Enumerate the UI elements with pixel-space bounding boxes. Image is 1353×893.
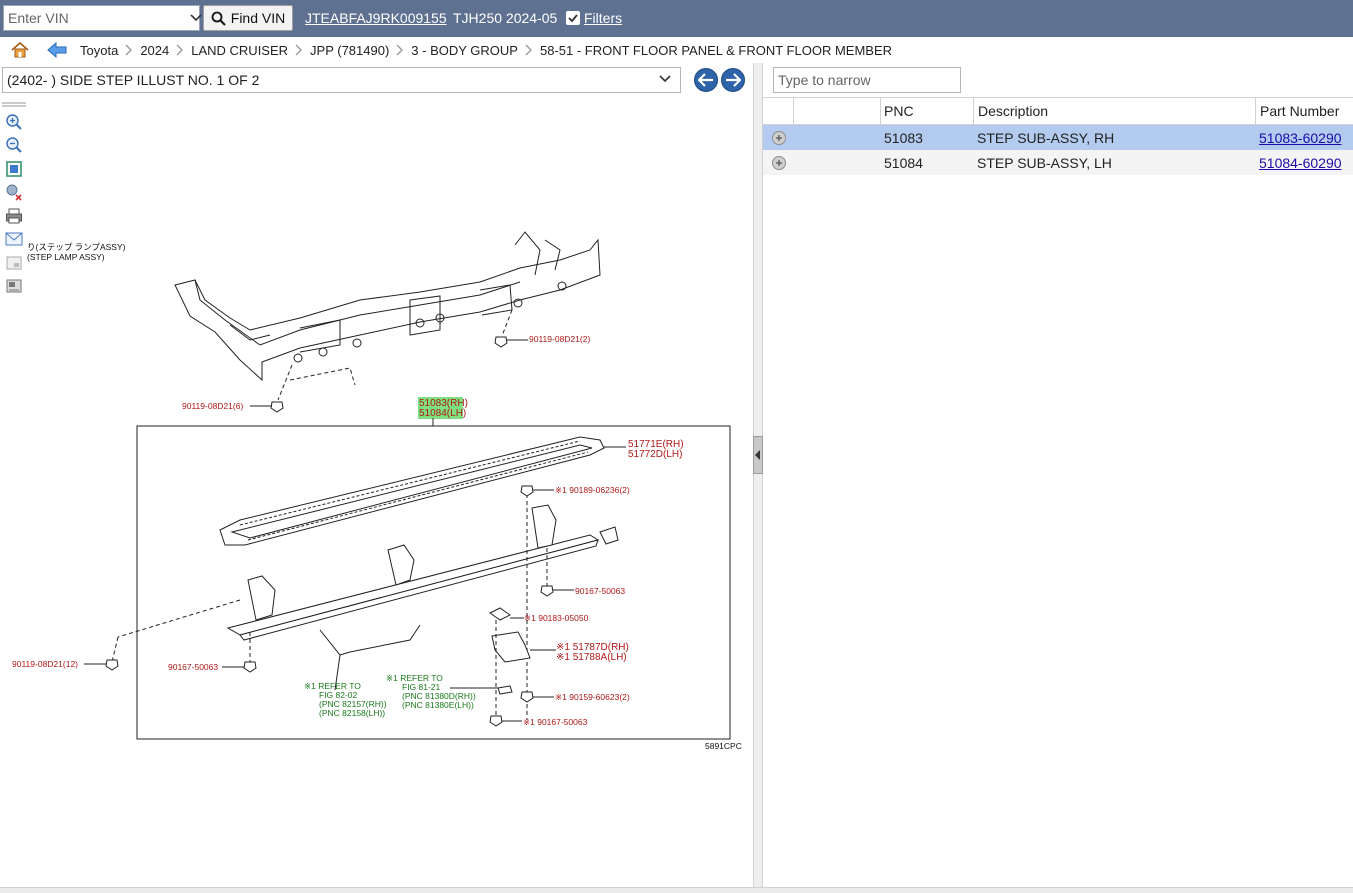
- figure-code: 5891CPC: [705, 741, 742, 751]
- grid-header: PNC Description Part Number: [763, 98, 1353, 125]
- chevron-down-icon[interactable]: [658, 72, 672, 89]
- callout-clip-b[interactable]: ※1 90183-05050: [524, 613, 589, 623]
- print-icon[interactable]: [2, 204, 26, 228]
- breadcrumb-chevron-icon: [169, 37, 191, 63]
- chevron-down-icon[interactable]: [189, 6, 203, 30]
- header-pnc[interactable]: PNC: [880, 98, 973, 124]
- row-description: STEP SUB-ASSY, LH: [977, 154, 1112, 171]
- narrow-input[interactable]: [773, 67, 961, 93]
- breadcrumb-item[interactable]: JPP (781490): [310, 43, 389, 58]
- mail-icon[interactable]: [2, 228, 26, 252]
- vin-link[interactable]: JTEABFAJ9RK009155: [305, 10, 447, 26]
- callout-lamp-en: (STEP LAMP ASSY): [27, 252, 105, 262]
- breadcrumb-item[interactable]: LAND CRUISER: [191, 43, 288, 58]
- thumbnail-icon[interactable]: [2, 251, 26, 275]
- breadcrumb-chevron-icon: [389, 37, 411, 63]
- callout-bolt-c[interactable]: 90119-08D21(12): [12, 659, 78, 669]
- leader-lines: [84, 446, 626, 722]
- top-bar: Find VIN JTEABFAJ9RK009155 TJH250 2024-0…: [0, 0, 1353, 37]
- filters-toggle[interactable]: Filters: [566, 10, 622, 26]
- filters-label[interactable]: Filters: [584, 10, 622, 26]
- toolbar-grip-icon[interactable]: [2, 100, 26, 110]
- callout-bolt-a[interactable]: 90119-08D21(2): [529, 334, 590, 344]
- zoom-in-icon[interactable]: [2, 110, 26, 134]
- frame-rail-drawing: [174, 231, 601, 401]
- table-row[interactable]: 51083 STEP SUB-ASSY, RH 51083-60290: [763, 125, 1353, 150]
- breadcrumb-item[interactable]: 2024: [140, 43, 169, 58]
- row-description: STEP SUB-ASSY, RH: [977, 129, 1115, 146]
- home-icon[interactable]: [10, 40, 30, 60]
- expand-icon[interactable]: [772, 130, 786, 145]
- callout-pad-lh[interactable]: 51772D(LH): [628, 449, 682, 460]
- header-part-number[interactable]: Part Number: [1255, 98, 1353, 124]
- expand-icon[interactable]: [772, 155, 786, 170]
- search-icon: [211, 11, 226, 26]
- callout-screw-c[interactable]: ※1 90167-50063: [523, 717, 588, 727]
- callout-ref1-d[interactable]: (PNC 82158(LH)): [319, 708, 385, 718]
- illustration-canvas[interactable]: り(ステップ ランプASSY) (STEP LAMP ASSY) 90119-0…: [0, 97, 753, 887]
- collapse-arrow-icon[interactable]: [753, 436, 763, 474]
- row-pnc: 51083: [884, 129, 923, 146]
- callout-ref2-d[interactable]: (PNC 81380E(LH)): [402, 700, 474, 710]
- parts-panel: PNC Description Part Number 51083 STEP S…: [763, 63, 1353, 893]
- clear-icon[interactable]: [2, 181, 26, 205]
- next-circle-icon[interactable]: [721, 68, 745, 92]
- callout-nut-a[interactable]: ※1 90159-60623(2): [555, 692, 630, 702]
- illustration-select[interactable]: (2402- ) SIDE STEP ILLUST NO. 1 OF 2: [2, 67, 681, 93]
- callout-lamp-jp: り(ステップ ランプASSY): [27, 242, 126, 252]
- header-expand-cell: [763, 98, 793, 124]
- bolt-drawing: [270, 336, 508, 413]
- breadcrumb-chevron-icon: [118, 37, 140, 63]
- row-blank-cell: [793, 150, 880, 175]
- illustration-toolbar: [2, 100, 28, 298]
- row-blank-cell: [793, 125, 880, 150]
- harness-drawing: [319, 624, 421, 656]
- callout-bolt-b[interactable]: 90119-08D21(6): [182, 401, 243, 411]
- callout-clip-a[interactable]: ※1 90189-06236(2): [555, 485, 630, 495]
- header-description[interactable]: Description: [973, 98, 1255, 124]
- breadcrumb-item[interactable]: 58-51 - FRONT FLOOR PANEL & FRONT FLOOR …: [540, 43, 892, 58]
- find-vin-button[interactable]: Find VIN: [203, 5, 293, 31]
- row-part-number-link[interactable]: 51084-60290: [1259, 155, 1342, 171]
- model-text: TJH250 2024-05: [453, 10, 558, 26]
- breadcrumb-item[interactable]: Toyota: [80, 43, 118, 58]
- callout-step-lh[interactable]: 51084(LH): [419, 408, 466, 419]
- breadcrumb-chevron-icon: [518, 37, 540, 63]
- breadcrumb-item[interactable]: 3 - BODY GROUP: [411, 43, 518, 58]
- callout-bracket-lh[interactable]: ※1 51788A(LH): [556, 652, 627, 663]
- back-arrow-icon[interactable]: [44, 40, 70, 60]
- bottom-strip: [0, 887, 1353, 893]
- row-part-number-link[interactable]: 51083-60290: [1259, 130, 1342, 146]
- illustration-drawing: り(ステップ ランプASSY) (STEP LAMP ASSY) 90119-0…: [12, 231, 742, 751]
- fit-icon[interactable]: [2, 157, 26, 181]
- vin-combo[interactable]: [3, 5, 203, 31]
- image-icon[interactable]: [2, 275, 26, 299]
- prev-circle-icon[interactable]: [694, 68, 718, 92]
- row-pnc: 51084: [884, 154, 923, 171]
- parts-grid: PNC Description Part Number 51083 STEP S…: [763, 97, 1353, 175]
- checkbox-icon[interactable]: [566, 11, 580, 25]
- callout-screw-b[interactable]: 90167-50063: [168, 662, 218, 672]
- vin-input[interactable]: [4, 6, 189, 30]
- illustration-select-value: (2402- ) SIDE STEP ILLUST NO. 1 OF 2: [7, 72, 260, 88]
- pane-splitter[interactable]: [753, 63, 763, 893]
- breadcrumb: Toyota 2024 LAND CRUISER JPP (781490) 3 …: [0, 37, 1353, 63]
- find-vin-label: Find VIN: [230, 10, 286, 26]
- header-blank-cell: [793, 98, 880, 124]
- zoom-out-icon[interactable]: [2, 134, 26, 158]
- callout-screw-a[interactable]: 90167-50063: [575, 586, 625, 596]
- breadcrumb-chevron-icon: [288, 37, 310, 63]
- table-row[interactable]: 51084 STEP SUB-ASSY, LH 51084-60290: [763, 150, 1353, 175]
